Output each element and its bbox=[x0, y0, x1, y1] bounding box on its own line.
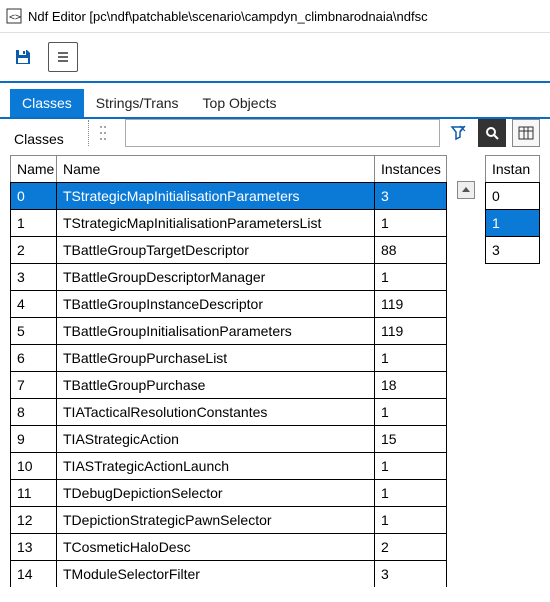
grip-icon[interactable] bbox=[88, 120, 119, 146]
table-row[interactable]: 8TIATacticalResolutionConstantes1 bbox=[11, 399, 447, 426]
table-row[interactable]: 4TBattleGroupInstanceDescriptor119 bbox=[11, 291, 447, 318]
filter-button[interactable] bbox=[446, 120, 472, 146]
svg-text:<>: <> bbox=[9, 12, 21, 23]
table-row[interactable]: 10TIASTrategicActionLaunch1 bbox=[11, 453, 447, 480]
content-area: NameNameInstances 0TStrategicMapInitiali… bbox=[0, 155, 550, 587]
app-icon: <> bbox=[6, 8, 22, 24]
table-row[interactable]: 6TBattleGroupPurchaseList1 bbox=[11, 345, 447, 372]
table-row[interactable]: 5TBattleGroupInitialisationParameters119 bbox=[11, 318, 447, 345]
table-row[interactable]: 1TStrategicMapInitialisationParametersLi… bbox=[11, 210, 447, 237]
columns-button[interactable] bbox=[512, 119, 540, 147]
list-button[interactable] bbox=[48, 42, 78, 72]
instances-table[interactable]: Instan 013 bbox=[485, 155, 540, 587]
scroll-up-icon[interactable] bbox=[457, 181, 475, 199]
column-header[interactable]: Instances bbox=[375, 156, 447, 183]
tab-classes[interactable]: Classes bbox=[10, 89, 84, 117]
table-row[interactable]: 13TCosmeticHaloDesc2 bbox=[11, 534, 447, 561]
panel-label: Classes bbox=[0, 121, 78, 153]
table-row[interactable]: 2TBattleGroupTargetDescriptor88 bbox=[11, 237, 447, 264]
title-bar: <> Ndf Editor [pc\ndf\patchable\scenario… bbox=[0, 0, 550, 33]
tab-strings-trans[interactable]: Strings/Trans bbox=[84, 89, 191, 117]
window-title: Ndf Editor [pc\ndf\patchable\scenario\ca… bbox=[28, 9, 428, 24]
table-row[interactable]: 11TDebugDepictionSelector1 bbox=[11, 480, 447, 507]
column-header[interactable]: Instan bbox=[486, 156, 540, 183]
table-row[interactable]: 0 bbox=[486, 183, 540, 210]
search-button[interactable] bbox=[478, 119, 506, 147]
table-row[interactable]: 7TBattleGroupPurchase18 bbox=[11, 372, 447, 399]
scrollbar[interactable] bbox=[457, 155, 475, 587]
table-row[interactable]: 3 bbox=[486, 237, 540, 264]
table-row[interactable]: 9TIAStrategicAction15 bbox=[11, 426, 447, 453]
column-header[interactable]: Name bbox=[11, 156, 57, 183]
search-input[interactable] bbox=[125, 119, 440, 147]
table-row[interactable]: 0TStrategicMapInitialisationParameters3 bbox=[11, 183, 447, 210]
tab-bar: ClassesStrings/TransTop Objects bbox=[0, 83, 550, 119]
column-header[interactable]: Name bbox=[57, 156, 375, 183]
tab-top-objects[interactable]: Top Objects bbox=[191, 89, 289, 117]
table-row[interactable]: 12TDepictionStrategicPawnSelector1 bbox=[11, 507, 447, 534]
table-row[interactable]: 3TBattleGroupDescriptorManager1 bbox=[11, 264, 447, 291]
toolbar bbox=[0, 33, 550, 83]
table-row[interactable]: 14TModuleSelectorFilter3 bbox=[11, 561, 447, 588]
table-row[interactable]: 1 bbox=[486, 210, 540, 237]
classes-table[interactable]: NameNameInstances 0TStrategicMapInitiali… bbox=[10, 155, 447, 587]
save-button[interactable] bbox=[8, 42, 38, 72]
